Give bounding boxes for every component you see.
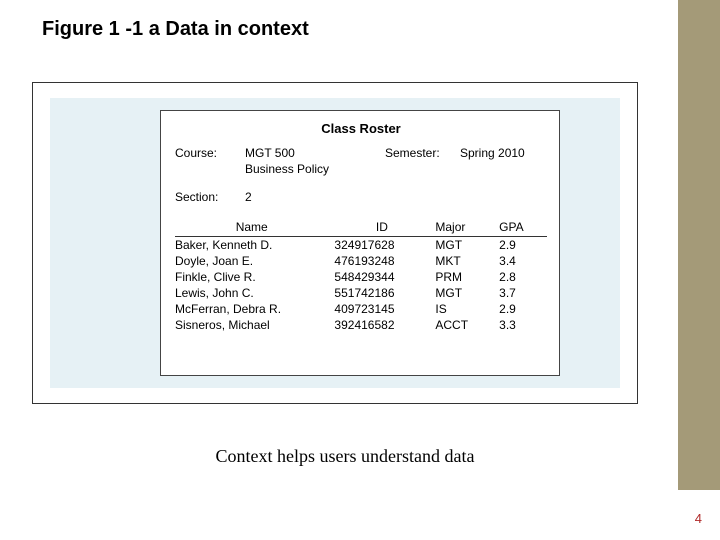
roster-coursename-row: Business Policy bbox=[175, 162, 547, 176]
cell-id: 551742186 bbox=[334, 285, 435, 301]
cell-major: IS bbox=[435, 301, 499, 317]
section-value: 2 bbox=[245, 190, 385, 204]
roster-section-row: Section: 2 bbox=[175, 190, 547, 204]
cell-major: MGT bbox=[435, 285, 499, 301]
course-code: MGT 500 bbox=[245, 146, 385, 160]
roster-course-row: Course: MGT 500 Semester: Spring 2010 bbox=[175, 146, 547, 160]
roster-heading: Class Roster bbox=[175, 121, 547, 136]
figure-caption: Context helps users understand data bbox=[0, 446, 690, 467]
col-major: Major bbox=[435, 220, 499, 237]
class-roster-card: Class Roster Course: MGT 500 Semester: S… bbox=[160, 110, 560, 376]
cell-gpa: 3.4 bbox=[499, 253, 547, 269]
table-row: Baker, Kenneth D. 324917628 MGT 2.9 bbox=[175, 237, 547, 254]
cell-name: Doyle, Joan E. bbox=[175, 253, 334, 269]
semester-value: Spring 2010 bbox=[460, 146, 547, 160]
col-name: Name bbox=[175, 220, 334, 237]
col-gpa: GPA bbox=[499, 220, 547, 237]
course-label: Course: bbox=[175, 146, 245, 160]
figure-title: Figure 1 -1 a Data in context bbox=[42, 18, 309, 41]
table-row: Sisneros, Michael 392416582 ACCT 3.3 bbox=[175, 317, 547, 333]
cell-major: MGT bbox=[435, 237, 499, 254]
cell-id: 476193248 bbox=[334, 253, 435, 269]
cell-name: Baker, Kenneth D. bbox=[175, 237, 334, 254]
section-label: Section: bbox=[175, 190, 245, 204]
cell-id: 392416582 bbox=[334, 317, 435, 333]
cell-gpa: 3.3 bbox=[499, 317, 547, 333]
roster-table: Name ID Major GPA Baker, Kenneth D. 3249… bbox=[175, 220, 547, 333]
cell-gpa: 2.9 bbox=[499, 301, 547, 317]
cell-name: Lewis, John C. bbox=[175, 285, 334, 301]
cell-name: Sisneros, Michael bbox=[175, 317, 334, 333]
cell-major: MKT bbox=[435, 253, 499, 269]
page-number: 4 bbox=[695, 511, 702, 526]
cell-name: McFerran, Debra R. bbox=[175, 301, 334, 317]
cell-id: 548429344 bbox=[334, 269, 435, 285]
cell-gpa: 2.9 bbox=[499, 237, 547, 254]
decorative-sidebar bbox=[678, 0, 720, 490]
table-row: Lewis, John C. 551742186 MGT 3.7 bbox=[175, 285, 547, 301]
semester-label: Semester: bbox=[385, 146, 460, 160]
cell-major: PRM bbox=[435, 269, 499, 285]
table-row: Doyle, Joan E. 476193248 MKT 3.4 bbox=[175, 253, 547, 269]
cell-id: 409723145 bbox=[334, 301, 435, 317]
cell-name: Finkle, Clive R. bbox=[175, 269, 334, 285]
table-row: Finkle, Clive R. 548429344 PRM 2.8 bbox=[175, 269, 547, 285]
cell-gpa: 2.8 bbox=[499, 269, 547, 285]
cell-id: 324917628 bbox=[334, 237, 435, 254]
cell-major: ACCT bbox=[435, 317, 499, 333]
slide: Figure 1 -1 a Data in context Class Rost… bbox=[0, 0, 720, 540]
table-row: McFerran, Debra R. 409723145 IS 2.9 bbox=[175, 301, 547, 317]
course-name: Business Policy bbox=[245, 162, 385, 176]
cell-gpa: 3.7 bbox=[499, 285, 547, 301]
col-id: ID bbox=[334, 220, 435, 237]
table-header-row: Name ID Major GPA bbox=[175, 220, 547, 237]
